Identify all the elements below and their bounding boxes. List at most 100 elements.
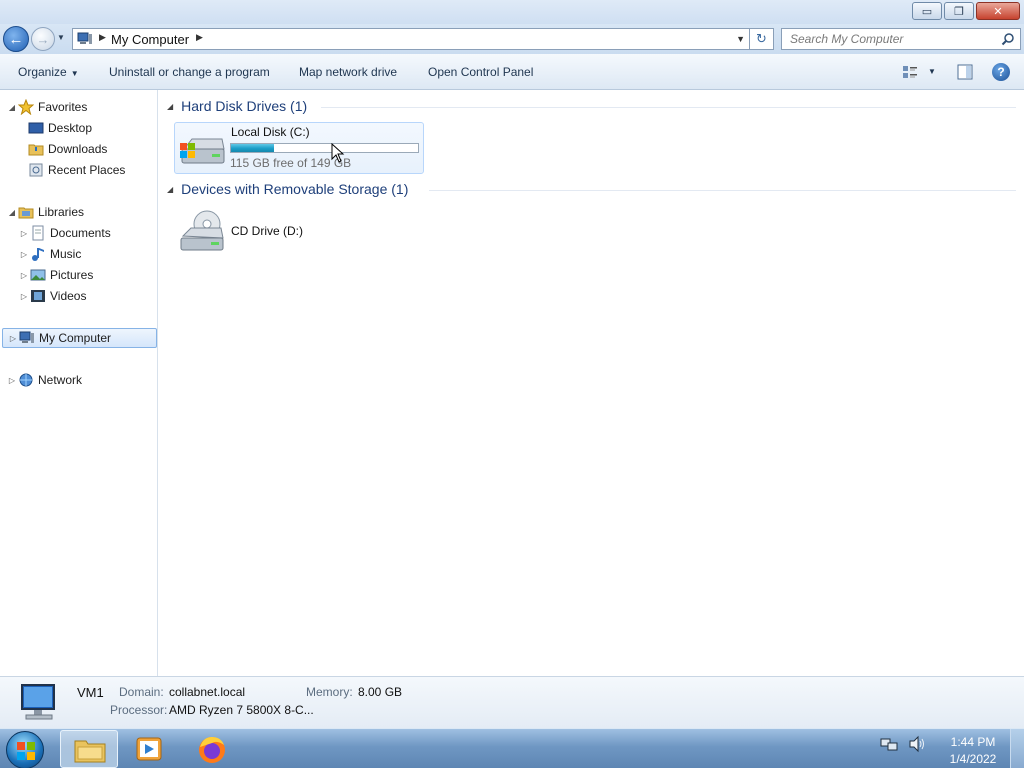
nav-my-computer[interactable]: ▷ My Computer: [2, 328, 157, 348]
computer-name: VM1: [77, 685, 104, 700]
windows-logo-icon: [17, 742, 35, 760]
memory-value: 8.00 GB: [358, 685, 403, 699]
expand-arrow-icon[interactable]: ◢: [6, 208, 18, 217]
title-bar: ▭ ❐ ✕: [0, 0, 1024, 24]
computer-icon: [19, 331, 34, 343]
breadcrumb-separator-icon[interactable]: ▶: [99, 32, 106, 43]
network-icon: [19, 373, 33, 387]
address-bar[interactable]: ▶ My Computer ▶ ▼: [72, 28, 750, 50]
expand-arrow-icon[interactable]: ▷: [7, 334, 19, 343]
nav-label: Documents: [50, 226, 111, 240]
drive-tile-cd-drive-d[interactable]: CD Drive (D:): [174, 206, 424, 258]
collapse-arrow-icon[interactable]: ◢: [167, 185, 173, 194]
expand-arrow-icon[interactable]: ▷: [6, 376, 18, 385]
back-button[interactable]: ←: [3, 26, 29, 52]
group-divider: [321, 107, 1016, 108]
cd-drive-icon: [180, 210, 224, 251]
volume-icon[interactable]: [908, 735, 926, 753]
clock-time[interactable]: 1:44 PM: [948, 735, 998, 749]
group-header-hard-disk-drives[interactable]: ◢ Hard Disk Drives (1): [167, 98, 307, 114]
drive-name: CD Drive (D:): [231, 224, 303, 238]
breadcrumb-my-computer[interactable]: My Computer: [111, 32, 189, 47]
recent-pages-dropdown[interactable]: ▼: [57, 33, 65, 42]
taskbar-explorer-button[interactable]: [60, 730, 118, 768]
nav-libraries[interactable]: ◢ Libraries: [6, 202, 84, 222]
drive-name: Local Disk (C:): [231, 125, 310, 139]
taskbar: 1:44 PM 1/4/2022: [0, 728, 1024, 768]
taskbar-media-player-button[interactable]: [120, 730, 178, 768]
uninstall-program-button[interactable]: Uninstall or change a program: [109, 65, 270, 79]
address-dropdown-icon[interactable]: ▼: [736, 34, 745, 44]
nav-pictures[interactable]: ▷ Pictures: [18, 265, 93, 285]
libraries-icon: [18, 207, 34, 219]
expand-arrow-icon[interactable]: ▷: [18, 229, 30, 238]
organize-button[interactable]: Organize ▼: [18, 65, 79, 79]
nav-desktop[interactable]: Desktop: [28, 118, 92, 138]
media-player-icon: [136, 737, 162, 761]
computer-icon: [77, 32, 92, 44]
nav-label: Downloads: [48, 142, 108, 156]
processor-value: AMD Ryzen 7 5800X 8-C...: [169, 703, 314, 717]
expand-arrow-icon[interactable]: ▷: [18, 250, 30, 259]
firefox-icon: [199, 737, 225, 763]
drive-tile-local-disk-c[interactable]: Local Disk (C:) 115 GB free of 149 GB: [174, 122, 424, 174]
network-status-icon[interactable]: [880, 735, 898, 753]
nav-videos[interactable]: ▷ Videos: [18, 286, 87, 306]
nav-recent-places[interactable]: Recent Places: [28, 160, 125, 180]
computer-icon: [21, 684, 55, 720]
breadcrumb-separator-icon[interactable]: ▶: [196, 32, 203, 43]
downloads-folder-icon: [28, 144, 44, 156]
desktop-icon: [28, 122, 44, 134]
documents-icon: [32, 225, 44, 241]
group-header-removable-storage[interactable]: ◢ Devices with Removable Storage (1): [167, 181, 408, 197]
drive-usage-fill: [231, 144, 274, 152]
help-button[interactable]: ?: [992, 63, 1010, 81]
start-button[interactable]: [6, 731, 44, 768]
expand-arrow-icon[interactable]: ◢: [6, 103, 18, 112]
map-network-drive-button[interactable]: Map network drive: [299, 65, 397, 79]
nav-documents[interactable]: ▷ Documents: [18, 223, 111, 243]
drive-usage-bar: [230, 143, 419, 153]
expand-arrow-icon[interactable]: ▷: [18, 271, 30, 280]
minimize-button[interactable]: ▭: [912, 2, 942, 20]
nav-label: Music: [50, 247, 82, 261]
change-view-icon[interactable]: [902, 64, 918, 80]
nav-label: Videos: [50, 289, 87, 303]
window-controls: ▭ ❐ ✕: [912, 2, 1020, 20]
nav-label: Network: [38, 373, 83, 387]
nav-music[interactable]: ▷ Music: [18, 244, 81, 264]
organize-label: Organize: [18, 65, 67, 79]
nav-label: Libraries: [38, 205, 85, 219]
forward-button[interactable]: →: [31, 27, 55, 51]
preview-pane-icon[interactable]: [957, 64, 973, 80]
address-row: ← → ▼ ▶ My Computer ▶ ▼ ↻ Search My Comp…: [0, 24, 1024, 54]
music-icon: [32, 248, 44, 261]
recent-places-icon: [29, 163, 43, 177]
nav-label: My Computer: [39, 331, 112, 345]
expand-arrow-icon[interactable]: ▷: [18, 292, 30, 301]
group-title: Devices with Removable Storage (1): [181, 181, 409, 197]
system-tray: [880, 735, 926, 753]
nav-label: Favorites: [38, 100, 88, 114]
search-input[interactable]: Search My Computer: [781, 28, 1021, 50]
nav-network[interactable]: ▷ Network: [6, 370, 82, 390]
taskbar-firefox-button[interactable]: [183, 730, 241, 768]
nav-favorites[interactable]: ◢ Favorites: [6, 97, 87, 117]
collapse-arrow-icon[interactable]: ◢: [167, 102, 173, 111]
open-control-panel-button[interactable]: Open Control Panel: [428, 65, 533, 79]
close-button[interactable]: ✕: [976, 2, 1020, 20]
refresh-button[interactable]: ↻: [750, 28, 774, 50]
clock-date[interactable]: 1/4/2022: [948, 752, 998, 766]
group-title: Hard Disk Drives (1): [181, 98, 308, 114]
navigation-pane: ◢ Favorites Desktop Downloads Recent Pla…: [0, 90, 158, 676]
chevron-down-icon: ▼: [70, 69, 79, 78]
nav-downloads[interactable]: Downloads: [28, 139, 107, 159]
search-icon[interactable]: [1001, 32, 1015, 46]
group-divider: [429, 190, 1016, 191]
star-icon: [18, 99, 34, 115]
view-options-dropdown[interactable]: ▼: [928, 67, 936, 76]
memory-label: Memory:: [306, 685, 353, 699]
maximize-button[interactable]: ❐: [944, 2, 974, 20]
videos-icon: [31, 290, 45, 302]
show-desktop-button[interactable]: [1010, 729, 1024, 768]
